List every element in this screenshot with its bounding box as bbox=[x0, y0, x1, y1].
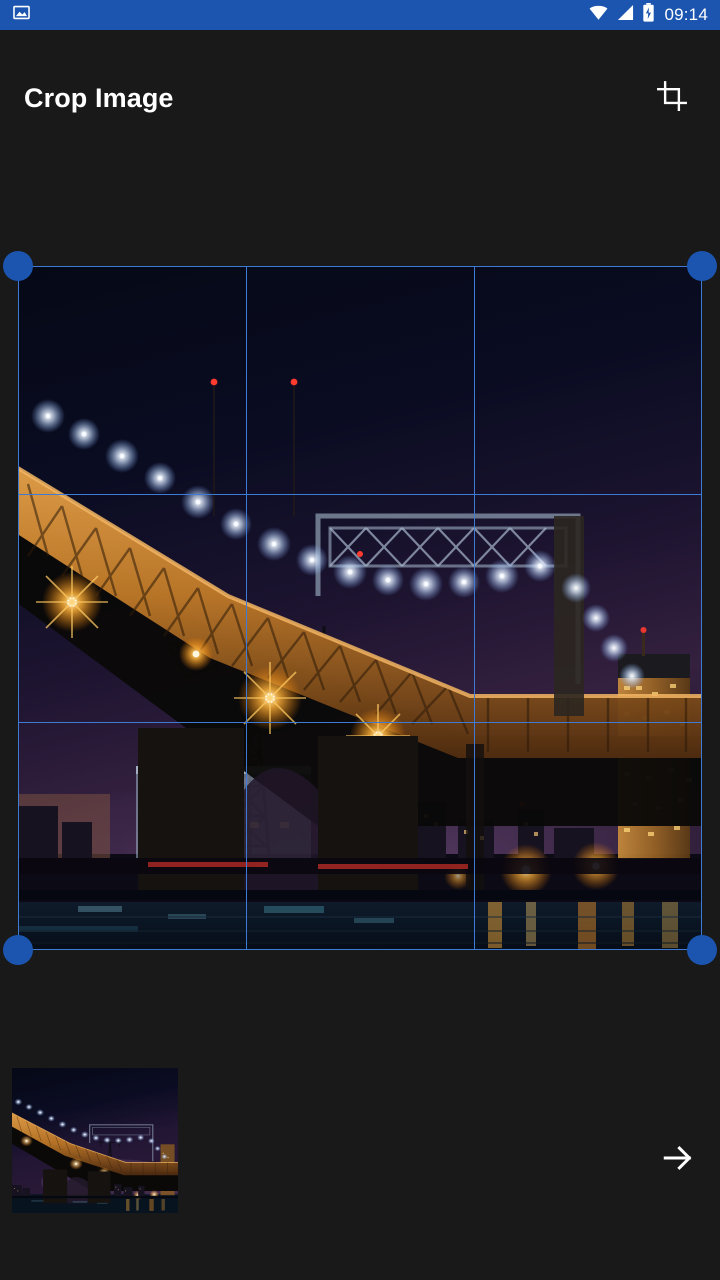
crop-action-button[interactable] bbox=[648, 74, 696, 122]
next-button[interactable] bbox=[650, 1132, 706, 1188]
crop-stage bbox=[0, 234, 720, 982]
source-image-thumbnail[interactable] bbox=[12, 1068, 178, 1213]
crop-preview-image[interactable] bbox=[18, 266, 702, 950]
crop-frame[interactable] bbox=[3, 251, 717, 965]
status-bar-system-icons: 09:14 bbox=[588, 3, 708, 27]
bottom-right-handle[interactable] bbox=[687, 935, 717, 965]
status-bar-clock: 09:14 bbox=[664, 5, 708, 24]
page-title: Crop Image bbox=[24, 82, 174, 113]
crop-icon bbox=[657, 80, 687, 116]
gallery-image-icon bbox=[12, 3, 31, 27]
bottom-left-handle[interactable] bbox=[3, 935, 33, 965]
top-right-handle[interactable] bbox=[687, 251, 717, 281]
wifi-icon bbox=[588, 4, 609, 26]
app-bar: Crop Image bbox=[0, 56, 720, 140]
bridge-night-photo bbox=[18, 266, 702, 950]
app-screen: 09:14 Crop Image bbox=[0, 0, 720, 1280]
top-left-handle[interactable] bbox=[3, 251, 33, 281]
arrow-right-icon bbox=[661, 1141, 695, 1180]
battery-charging-icon bbox=[642, 3, 655, 27]
thumbnail-bridge-photo bbox=[12, 1068, 178, 1213]
status-bar-notifications bbox=[12, 3, 31, 27]
cell-signal-icon bbox=[616, 4, 635, 26]
thumbnail-strip bbox=[0, 1050, 720, 1230]
status-bar: 09:14 bbox=[0, 0, 720, 30]
